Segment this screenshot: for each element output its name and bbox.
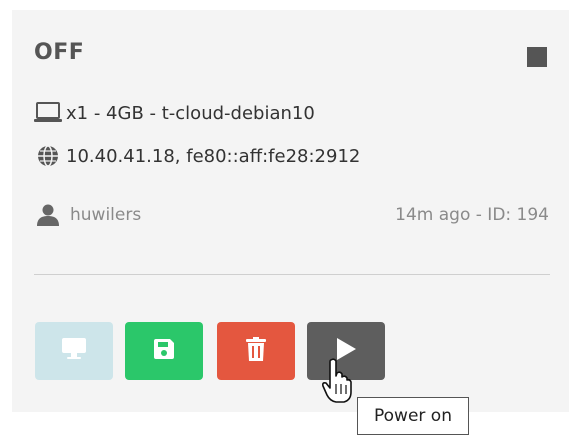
vm-status: OFF bbox=[34, 40, 85, 65]
globe-icon bbox=[34, 144, 62, 168]
card-divider bbox=[34, 274, 550, 275]
monitor-icon bbox=[62, 338, 86, 364]
vm-owner: huwilers bbox=[34, 203, 141, 227]
floppy-disk-icon bbox=[154, 339, 174, 363]
power-on-tooltip: Power on bbox=[357, 397, 469, 435]
save-button[interactable] bbox=[125, 322, 203, 380]
vm-address-text: 10.40.41.18, fe80::aff:fe28:2912 bbox=[66, 145, 361, 167]
hand-pointer-icon bbox=[322, 358, 352, 404]
laptop-icon bbox=[34, 101, 62, 125]
trash-icon bbox=[246, 337, 266, 365]
console-button[interactable] bbox=[35, 322, 113, 380]
stop-square-icon[interactable] bbox=[527, 47, 547, 67]
delete-button[interactable] bbox=[217, 322, 295, 380]
vm-meta: 14m ago - ID: 194 bbox=[395, 205, 549, 225]
vm-owner-name: huwilers bbox=[70, 205, 142, 225]
vm-spec-line: x1 - 4GB - t-cloud-debian10 bbox=[34, 101, 315, 125]
user-icon bbox=[34, 203, 62, 227]
vm-card: OFF x1 - 4GB - t-cloud-debian10 10.40.41… bbox=[12, 10, 569, 412]
vm-spec-text: x1 - 4GB - t-cloud-debian10 bbox=[66, 102, 315, 124]
vm-address-line: 10.40.41.18, fe80::aff:fe28:2912 bbox=[34, 144, 360, 168]
